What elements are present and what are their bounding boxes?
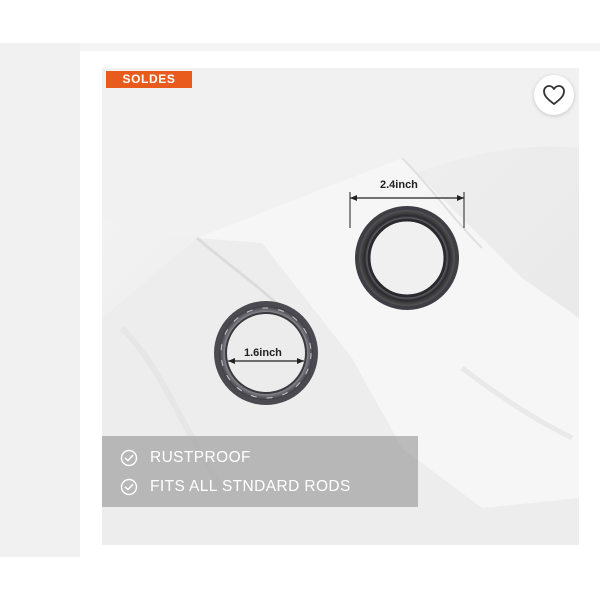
feature-item-rustproof: RUSTPROOF	[120, 447, 251, 469]
feature-label: FITS ALL STNDARD RODS	[150, 478, 351, 495]
check-circle-icon	[120, 449, 138, 467]
check-circle-icon	[120, 478, 138, 496]
feature-panel: RUSTPROOF FITS ALL STNDARD RODS	[102, 436, 418, 507]
sale-badge: SOLDES	[106, 71, 192, 88]
card-top-band	[80, 43, 600, 51]
feature-item-fits-rods: FITS ALL STNDARD RODS	[120, 476, 351, 498]
favorite-button[interactable]	[534, 75, 574, 115]
feature-label: RUSTPROOF	[150, 449, 251, 466]
small-ring-dimension-label: 1.6inch	[244, 347, 282, 359]
large-grommet-ring	[355, 206, 459, 310]
heart-outline-icon	[543, 85, 565, 105]
top-strip	[0, 0, 600, 43]
bottom-strip	[0, 557, 600, 600]
large-ring-dimension-label: 2.4inch	[380, 179, 418, 191]
product-image[interactable]: SOLDES 2.4inch 1.6inch RUSTPROOF FITS AL…	[102, 68, 579, 545]
left-panel	[0, 43, 80, 557]
